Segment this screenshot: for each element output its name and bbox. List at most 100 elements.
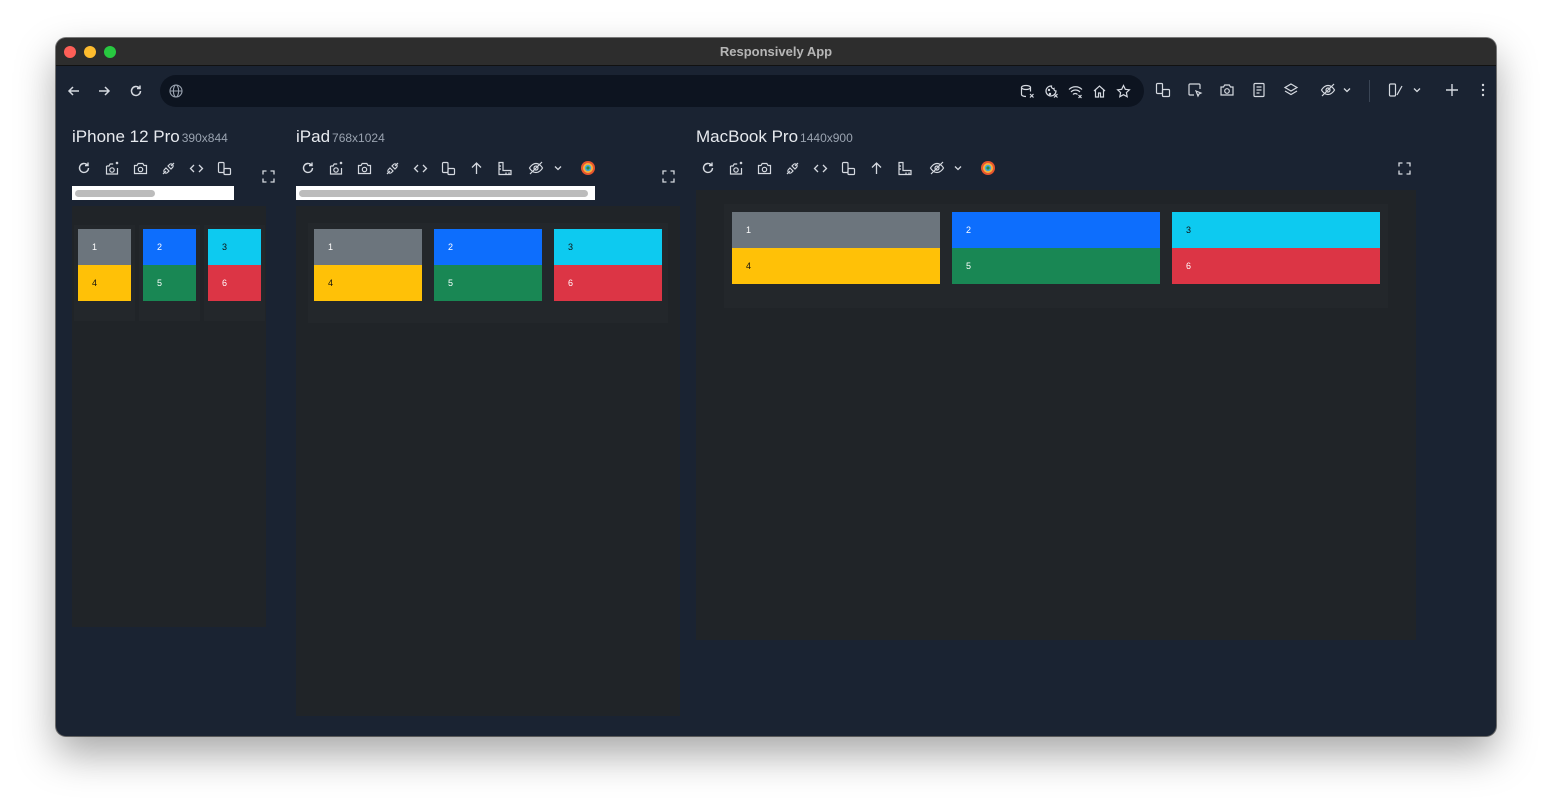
grid-cell-2: 2 [434, 229, 542, 265]
grid-cell-label: 2 [157, 242, 163, 252]
clear-cache-icon[interactable] [1018, 82, 1036, 100]
arrow-right-icon[interactable] [94, 81, 114, 101]
grid-cell-5: 5 [952, 248, 1160, 284]
color-blindness-icon[interactable] [980, 160, 996, 176]
device-name: MacBook Pro [696, 127, 799, 146]
bookmark-star-icon[interactable] [1114, 82, 1132, 100]
device-address-bar [72, 186, 234, 200]
grid-cell-label: 1 [328, 242, 334, 252]
grid-cell-label: 1 [746, 225, 752, 235]
screenshot-icon[interactable] [756, 160, 772, 176]
devtools-icon[interactable] [412, 160, 428, 176]
grid-cell-label: 6 [222, 278, 228, 288]
device-header-macbook: MacBook Pro 1440x900 [696, 127, 853, 147]
ipad-viewport[interactable]: 1 2 3 4 5 6 [296, 206, 680, 716]
rotate-icon[interactable] [840, 160, 856, 176]
device-header-iphone: iPhone 12 Pro 390x844 [72, 127, 228, 147]
layers-icon[interactable] [1281, 80, 1301, 100]
ruler-icon[interactable] [496, 160, 512, 176]
grid-cell-5: 5 [143, 265, 196, 301]
fullscreen-icon[interactable] [660, 168, 676, 184]
rotate-icon[interactable] [216, 160, 232, 176]
device-name: iPhone 12 Pro [72, 127, 180, 146]
rotate-devices-icon[interactable] [1153, 80, 1173, 100]
device-dimensions: 768x1024 [332, 131, 385, 145]
grid-cell-label: 2 [448, 242, 454, 252]
grid-cell-label: 3 [222, 242, 228, 252]
macbook-viewport[interactable]: 1 2 3 4 5 6 [696, 190, 1416, 640]
hide-icon[interactable] [1318, 80, 1338, 100]
add-icon[interactable] [1442, 80, 1462, 100]
grid-cell-3: 3 [208, 229, 261, 265]
grid-cell-label: 2 [966, 225, 972, 235]
url-input[interactable] [190, 81, 1010, 101]
disable-ssl-icon[interactable] [160, 160, 176, 176]
grid-cell-label: 5 [966, 261, 972, 271]
grid-cell-label: 6 [1186, 261, 1192, 271]
grid-cell-1: 1 [314, 229, 422, 265]
grid-cell-2: 2 [143, 229, 196, 265]
device-dimensions: 390x844 [181, 131, 228, 145]
grid-cell-1: 1 [78, 229, 131, 265]
grid-cell-4: 4 [732, 248, 940, 284]
grid-cell-3: 3 [1172, 212, 1380, 248]
scroll-top-icon[interactable] [468, 160, 484, 176]
hide-icon[interactable] [929, 160, 945, 176]
chevron-down-icon[interactable] [1340, 81, 1354, 99]
disable-ssl-icon[interactable] [784, 160, 800, 176]
screenshot-scroll-icon[interactable] [728, 160, 744, 176]
grid-cell-label: 4 [328, 278, 334, 288]
devtools-icon[interactable] [188, 160, 204, 176]
grid-cell-6: 6 [554, 265, 662, 301]
fullscreen-icon[interactable] [260, 168, 276, 184]
reload-icon[interactable] [300, 160, 316, 176]
color-blindness-icon[interactable] [580, 160, 596, 176]
grid-cell-label: 5 [157, 278, 163, 288]
screenshot-icon[interactable] [356, 160, 372, 176]
reload-icon[interactable] [126, 81, 146, 101]
iphone-viewport[interactable]: 1 2 3 4 5 6 [72, 206, 266, 627]
grid-cell-label: 4 [746, 261, 752, 271]
rotate-icon[interactable] [440, 160, 456, 176]
chevron-down-icon[interactable] [950, 160, 966, 176]
grid-cell-label: 3 [568, 242, 574, 252]
grid-cell-4: 4 [78, 265, 131, 301]
device-dimensions: 1440x900 [800, 131, 853, 145]
grid-cell-2: 2 [952, 212, 1160, 248]
screenshot-icon[interactable] [132, 160, 148, 176]
home-icon[interactable] [1090, 82, 1108, 100]
app-window: Responsively App iPhone 12 Pro 390x844 i… [56, 38, 1496, 736]
hide-icon[interactable] [528, 160, 544, 176]
grid-cell-label: 4 [92, 278, 98, 288]
screenshot-scroll-icon[interactable] [104, 160, 120, 176]
grid-cell-label: 6 [568, 278, 574, 288]
network-offline-icon[interactable] [1066, 82, 1084, 100]
grid-cell-6: 6 [1172, 248, 1380, 284]
url-bar[interactable] [160, 75, 1144, 107]
title-bar: Responsively App [56, 38, 1496, 66]
reload-icon[interactable] [700, 160, 716, 176]
grid-cell-3: 3 [554, 229, 662, 265]
inspect-element-icon[interactable] [1185, 80, 1205, 100]
reload-icon[interactable] [76, 160, 92, 176]
window-title: Responsively App [719, 44, 833, 59]
more-vertical-icon[interactable] [1476, 80, 1490, 100]
device-name: iPad [296, 127, 331, 146]
chevron-down-icon[interactable] [1410, 81, 1424, 99]
scroll-top-icon[interactable] [868, 160, 884, 176]
grid-cell-label: 1 [92, 242, 98, 252]
ruler-icon[interactable] [896, 160, 912, 176]
fullscreen-icon[interactable] [1396, 160, 1412, 176]
grid-cell-1: 1 [732, 212, 940, 248]
screenshot-icon[interactable] [1217, 80, 1237, 100]
layout-icon[interactable] [1386, 80, 1406, 100]
chevron-down-icon[interactable] [550, 160, 566, 176]
arrow-left-icon[interactable] [64, 81, 84, 101]
grid-cell-label: 3 [1186, 225, 1192, 235]
preview-layout-icon[interactable] [1249, 80, 1269, 100]
delete-cookies-icon[interactable] [1042, 82, 1060, 100]
disable-ssl-icon[interactable] [384, 160, 400, 176]
screenshot-scroll-icon[interactable] [328, 160, 344, 176]
devtools-icon[interactable] [812, 160, 828, 176]
globe-icon [168, 83, 184, 99]
